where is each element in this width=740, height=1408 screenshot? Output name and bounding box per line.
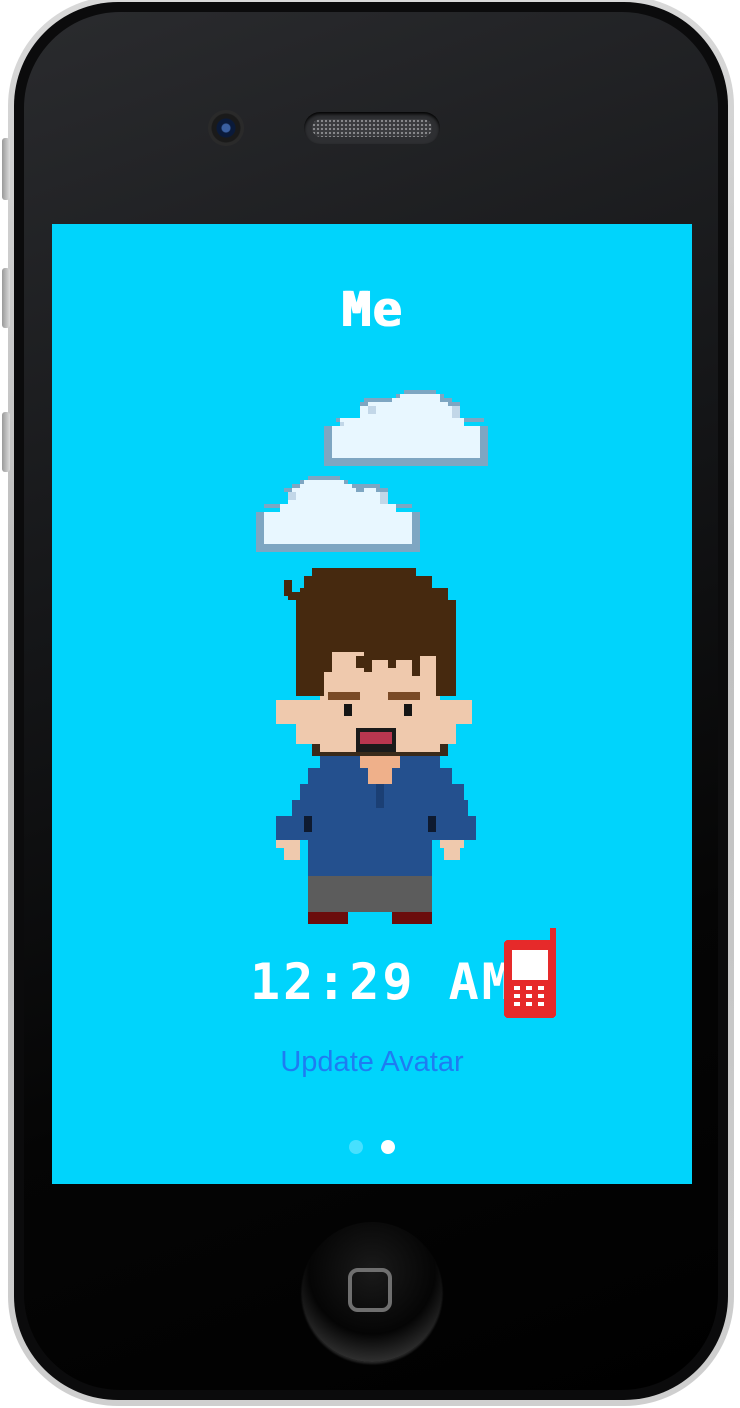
clock-time: 12:29 <box>250 953 416 1011</box>
mute-switch[interactable] <box>2 138 10 200</box>
volume-down-button[interactable] <box>2 412 10 472</box>
status-row: 12:29 AM <box>52 928 692 1020</box>
cloud-icon <box>324 390 488 466</box>
app-screen: Me 12:29 AM Update Avatar <box>52 224 692 1184</box>
pixel-avatar <box>276 568 476 924</box>
page-dot-2[interactable] <box>381 1140 395 1154</box>
volume-up-button[interactable] <box>2 268 10 328</box>
home-square-icon <box>348 1268 392 1312</box>
avatar-pants <box>308 876 432 912</box>
clock-display: 12:29 AM <box>250 952 515 1012</box>
mobile-phone-icon[interactable] <box>502 928 560 1020</box>
page-title: Me <box>341 282 403 338</box>
page-dot-1[interactable] <box>349 1140 363 1154</box>
update-avatar-link[interactable]: Update Avatar <box>52 1046 692 1079</box>
cloud-icon <box>256 476 420 552</box>
earpiece-speaker <box>304 112 440 144</box>
front-camera <box>208 110 244 146</box>
page-indicator[interactable] <box>52 1140 692 1154</box>
home-button[interactable] <box>302 1222 442 1362</box>
